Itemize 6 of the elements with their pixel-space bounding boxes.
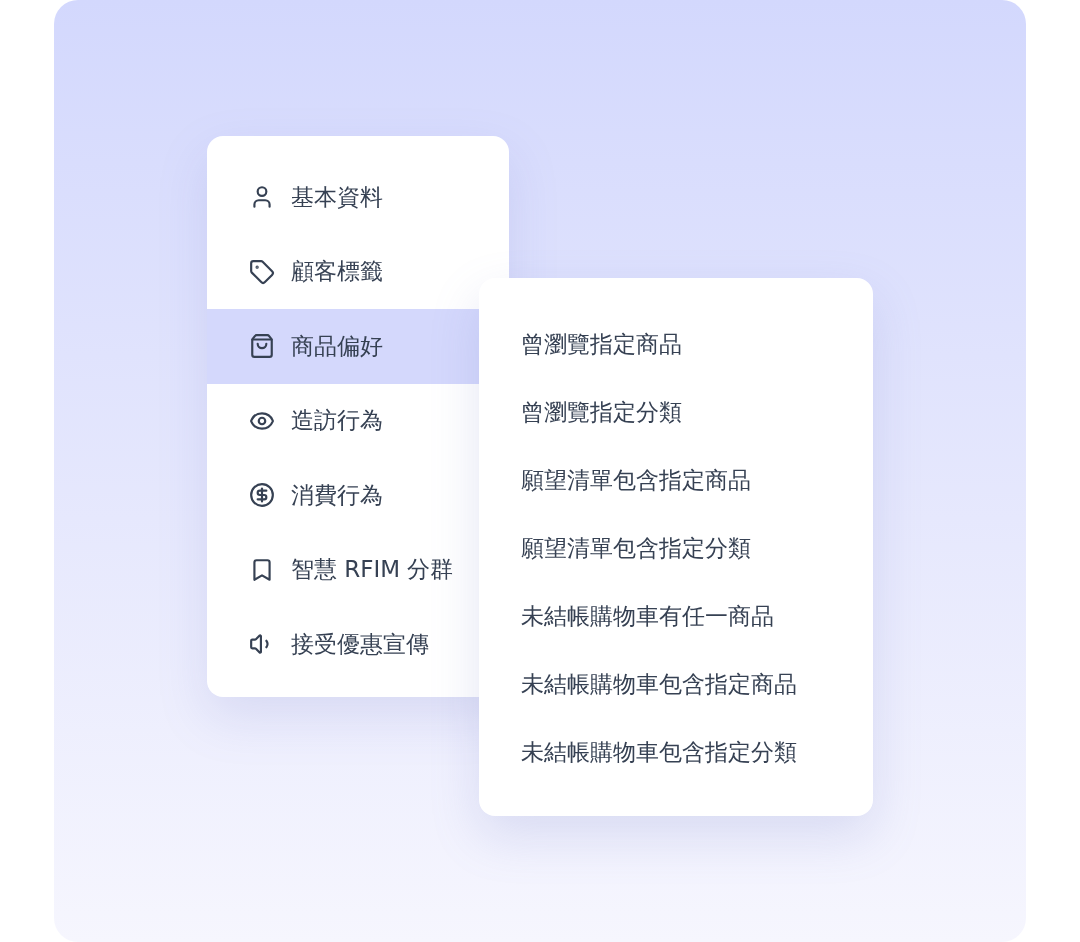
menu-item[interactable]: 基本資料 — [207, 160, 509, 235]
menu-item[interactable]: 顧客標籤 — [207, 234, 509, 309]
dollar-icon — [249, 482, 275, 509]
tag-icon — [249, 258, 275, 285]
submenu-item[interactable]: 未結帳購物車包含指定分類 — [479, 718, 873, 786]
shopping-bag-icon — [249, 333, 275, 360]
